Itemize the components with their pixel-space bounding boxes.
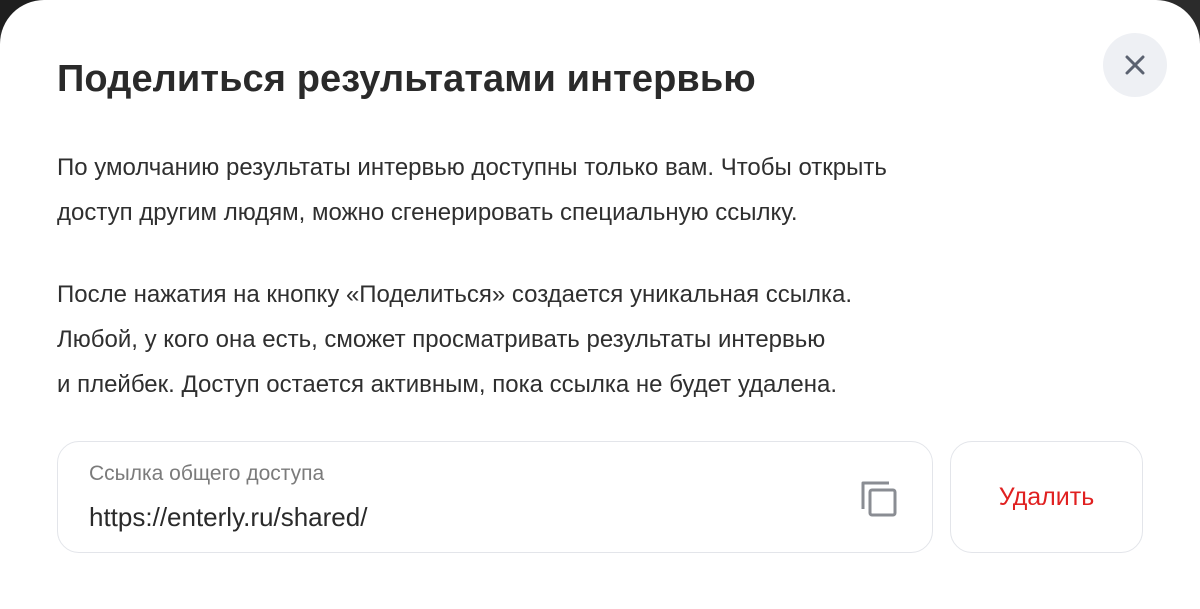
description-line: По умолчанию результаты интервью доступн… (57, 154, 887, 181)
copy-link-button[interactable] (854, 476, 904, 526)
share-link-value[interactable]: https://enterly.ru/shared/ (89, 502, 367, 533)
copy-icon (857, 477, 901, 526)
close-icon (1124, 54, 1146, 76)
share-results-dialog: Поделиться результатами интервью По умол… (0, 0, 1200, 609)
description-paragraph-2: После нажатия на кнопку «Поделиться» соз… (57, 272, 1137, 407)
description-line: После нажатия на кнопку «Поделиться» соз… (57, 281, 853, 308)
description-paragraph-1: По умолчанию результаты интервью доступн… (57, 145, 1137, 235)
delete-link-button[interactable]: Удалить (950, 441, 1143, 553)
share-link-label: Ссылка общего доступа (89, 462, 325, 485)
close-button[interactable] (1103, 33, 1167, 97)
description-line: доступ другим людям, можно сгенерировать… (57, 199, 798, 226)
dialog-title: Поделиться результатами интервью (57, 58, 756, 100)
share-link-field[interactable]: Ссылка общего доступа https://enterly.ru… (57, 441, 933, 553)
description-line: и плейбек. Доступ остается активным, пок… (57, 371, 838, 398)
description-line: Любой, у кого она есть, сможет просматри… (57, 326, 826, 353)
